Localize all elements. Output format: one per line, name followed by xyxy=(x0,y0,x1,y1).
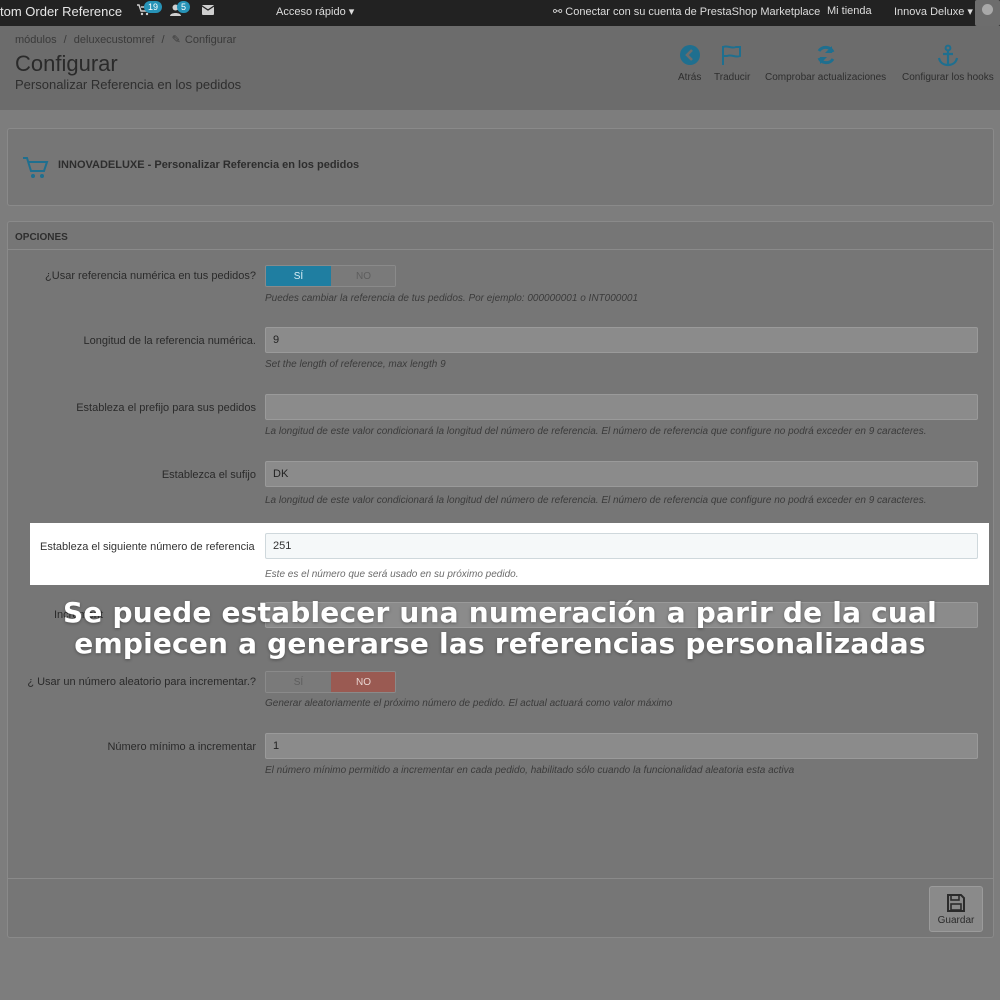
my-store-link[interactable]: Mi tienda xyxy=(827,5,872,17)
use-numeric-yes[interactable]: SÍ xyxy=(266,266,331,286)
next-number-label: Estableza el siguiente número de referen… xyxy=(40,541,255,553)
prefix-input[interactable] xyxy=(265,394,978,420)
use-numeric-label: ¿Usar referencia numérica en tus pedidos… xyxy=(45,270,256,282)
length-help: Set the length of reference, max length … xyxy=(265,359,446,370)
back-button[interactable]: Atrás xyxy=(678,44,701,83)
marketplace-link[interactable]: ⚯ Conectar con su cuenta de PrestaShop M… xyxy=(553,5,820,18)
floppy-disk-icon xyxy=(947,894,965,912)
messages-button[interactable] xyxy=(201,4,215,18)
envelope-icon xyxy=(201,5,215,15)
random-no[interactable]: NO xyxy=(331,672,395,692)
length-input[interactable]: 9 xyxy=(265,327,978,353)
random-switch[interactable]: SÍ NO xyxy=(265,671,396,693)
caption-line-1: Se puede establecer una numeración a par… xyxy=(63,596,937,629)
breadcrumb-configure: Configurar xyxy=(184,34,237,46)
user-menu[interactable]: Innova Deluxe ▾ xyxy=(894,5,973,18)
random-label: ¿ Usar un número aleatorio para incremen… xyxy=(27,676,256,688)
anchor-icon xyxy=(902,44,994,72)
top-navbar: tom Order Reference 19 5 Acceso rápido ▾… xyxy=(0,0,1000,26)
page-header: módulos / deluxecustomref / ✎ Configurar … xyxy=(0,26,1000,110)
link-icon: ⚯ xyxy=(553,6,563,18)
check-updates-button[interactable]: Comprobar actualizaciones xyxy=(765,44,886,83)
back-arrow-icon xyxy=(678,44,701,72)
random-yes[interactable]: SÍ xyxy=(266,672,331,692)
refresh-icon xyxy=(765,44,886,72)
breadcrumb-modules[interactable]: módulos xyxy=(15,34,57,46)
min-increment-input[interactable]: 1 xyxy=(265,733,978,759)
translate-button[interactable]: Traducir xyxy=(714,44,750,83)
caption-line-2: empiecen a generarse las referencias per… xyxy=(74,627,926,660)
page-title: Configurar xyxy=(15,51,118,76)
suffix-input[interactable]: DK xyxy=(265,461,978,487)
length-label: Longitud de la referencia numérica. xyxy=(83,335,256,347)
use-numeric-help: Puedes cambiar la referencia de tus pedi… xyxy=(265,293,639,304)
promo-caption: Se puede establecer una numeración a par… xyxy=(0,597,1000,659)
app-title[interactable]: tom Order Reference xyxy=(0,4,122,19)
prefix-label: Estableza el prefijo para sus pedidos xyxy=(76,402,256,414)
suffix-help: La longitud de este valor condicionará l… xyxy=(265,495,927,506)
breadcrumb-module[interactable]: deluxecustomref xyxy=(74,34,155,46)
use-numeric-no[interactable]: NO xyxy=(331,266,395,286)
options-header: OPCIONES xyxy=(8,222,993,250)
panel-footer-divider xyxy=(8,878,993,879)
module-title-panel: INNOVADELUXE - Personalizar Referencia e… xyxy=(7,128,994,206)
save-button[interactable]: Guardar xyxy=(929,886,983,932)
next-number-input[interactable]: 251 xyxy=(265,533,978,559)
use-numeric-switch[interactable]: SÍ NO xyxy=(265,265,396,287)
min-increment-help: El número mínimo permitido a incrementar… xyxy=(265,765,795,776)
breadcrumb-separator: / xyxy=(161,34,165,46)
page-subtitle: Personalizar Referencia en los pedidos xyxy=(15,77,242,92)
wrench-icon: ✎ xyxy=(171,34,181,46)
breadcrumb-separator: / xyxy=(63,34,67,46)
random-help: Generar aleatoriamente el próximo número… xyxy=(265,698,673,709)
breadcrumb: módulos / deluxecustomref / ✎ Configurar xyxy=(15,33,240,46)
avatar[interactable] xyxy=(975,0,1000,26)
highlighted-next-number-row: Estableza el siguiente número de referen… xyxy=(30,523,989,585)
orders-button[interactable]: 19 xyxy=(137,1,163,19)
customers-button[interactable]: 5 xyxy=(170,1,191,19)
next-number-help: Este es el número que será usado en su p… xyxy=(265,569,519,580)
min-increment-label: Número mínimo a incrementar xyxy=(107,741,256,753)
configure-hooks-button[interactable]: Configurar los hooks xyxy=(902,44,994,83)
orders-badge: 19 xyxy=(144,1,163,13)
shopping-cart-icon xyxy=(22,153,50,186)
flag-icon xyxy=(714,44,750,72)
prefix-help: La longitud de este valor condicionará l… xyxy=(265,426,927,437)
module-title: INNOVADELUXE - Personalizar Referencia e… xyxy=(58,159,360,171)
suffix-label: Establezca el sufijo xyxy=(161,469,256,481)
quick-access-menu[interactable]: Acceso rápido ▾ xyxy=(276,5,354,18)
customers-badge: 5 xyxy=(177,1,191,13)
